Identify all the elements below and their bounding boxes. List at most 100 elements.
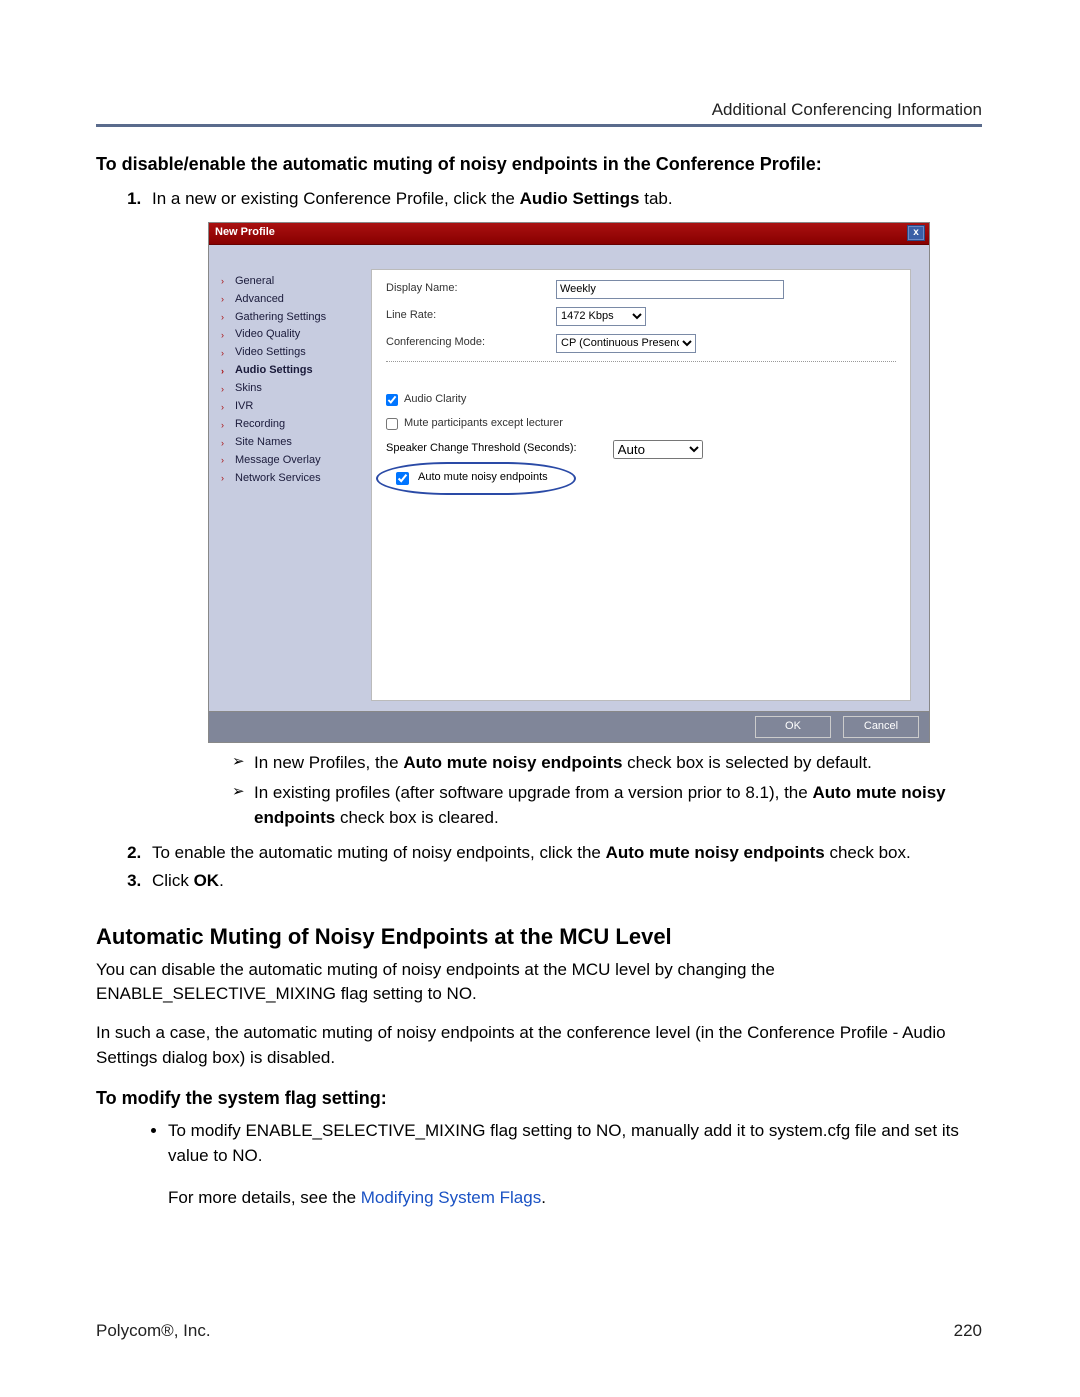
auto-mute-checkbox[interactable]	[396, 472, 409, 485]
nav-label: Advanced	[235, 292, 284, 308]
step2-c: check box.	[825, 843, 911, 862]
dialog-titlebar: New Profile x	[209, 223, 929, 245]
content: To disable/enable the automatic muting o…	[96, 154, 984, 1210]
steps-list: In a new or existing Conference Profile,…	[96, 187, 984, 894]
chevron-right-icon: ›	[221, 365, 231, 378]
speaker-threshold-label: Speaker Change Threshold (Seconds):	[386, 441, 577, 457]
arrow1-c: check box is selected by default.	[622, 753, 871, 772]
procedure-heading: To disable/enable the automatic muting o…	[96, 154, 984, 175]
speaker-threshold-select[interactable]: Auto	[613, 440, 703, 459]
nav-network-services[interactable]: › Network Services	[221, 470, 371, 488]
more-details: For more details, see the Modifying Syst…	[168, 1186, 984, 1211]
step-3: Click OK.	[146, 869, 984, 894]
mute-lecturer-label: Mute participants except lecturer	[404, 416, 563, 432]
chevron-right-icon: ›	[221, 347, 231, 360]
arrow-bullet-1: In new Profiles, the Auto mute noisy end…	[232, 751, 984, 776]
header-rule	[96, 124, 982, 127]
step3-a: Click	[152, 871, 194, 890]
nav-label: Video Quality	[235, 327, 300, 343]
dialog-title: New Profile	[215, 225, 275, 241]
cancel-button[interactable]: Cancel	[843, 716, 919, 738]
modifying-system-flags-link[interactable]: Modifying System Flags	[361, 1188, 541, 1207]
chevron-right-icon: ›	[221, 454, 231, 467]
line-rate-row: Line Rate: 1472 Kbps	[386, 307, 896, 326]
separator	[386, 361, 896, 362]
close-icon[interactable]: x	[907, 225, 925, 241]
dialog-panel: Display Name: Line Rate: 1472 Kbps Confe…	[371, 269, 911, 701]
mute-lecturer-checkbox[interactable]	[386, 418, 398, 430]
arrow2-c: check box is cleared.	[335, 808, 498, 827]
chevron-right-icon: ›	[221, 383, 231, 396]
chevron-right-icon: ›	[221, 329, 231, 342]
line-rate-label: Line Rate:	[386, 308, 556, 324]
display-name-label: Display Name:	[386, 281, 556, 297]
new-profile-dialog: New Profile x › General › Advanced › Gather…	[208, 222, 930, 743]
dot-bullet-1: To modify ENABLE_SELECTIVE_MIXING flag s…	[168, 1119, 984, 1168]
display-name-input[interactable]	[556, 280, 784, 299]
step2-a: To enable the automatic muting of noisy …	[152, 843, 606, 862]
conf-mode-select[interactable]: CP (Continuous Presence)	[556, 334, 696, 353]
chevron-right-icon: ›	[221, 401, 231, 414]
arrow1-a: In new Profiles, the	[254, 753, 403, 772]
nav-label: Video Settings	[235, 345, 306, 361]
nav-label: Site Names	[235, 435, 292, 451]
dialog-body: › General › Advanced › Gathering Settings ›…	[209, 245, 929, 711]
line-rate-select[interactable]: 1472 Kbps	[556, 307, 646, 326]
chevron-right-icon: ›	[221, 437, 231, 450]
audio-clarity-checkbox[interactable]	[386, 394, 398, 406]
more-b: .	[541, 1188, 546, 1207]
nav-label: Skins	[235, 381, 262, 397]
chevron-right-icon: ›	[221, 419, 231, 432]
more-a: For more details, see the	[168, 1188, 361, 1207]
nav-label: IVR	[235, 399, 253, 415]
step-1: In a new or existing Conference Profile,…	[146, 187, 984, 831]
section-heading-mcu: Automatic Muting of Noisy Endpoints at t…	[96, 924, 984, 950]
auto-mute-row: Auto mute noisy endpoints	[386, 467, 568, 490]
dot-bullets: To modify ENABLE_SELECTIVE_MIXING flag s…	[96, 1119, 984, 1168]
audio-clarity-label: Audio Clarity	[404, 392, 466, 408]
step-1-bold: Audio Settings	[520, 189, 640, 208]
conf-mode-row: Conferencing Mode: CP (Continuous Presen…	[386, 334, 896, 353]
nav-label: Recording	[235, 417, 285, 433]
display-name-row: Display Name:	[386, 280, 896, 299]
mute-lecturer-row: Mute participants except lecturer	[386, 416, 896, 432]
nav-audio-settings[interactable]: › Audio Settings	[221, 362, 371, 380]
page-footer: Polycom®, Inc. 220	[96, 1321, 982, 1341]
chevron-right-icon: ›	[221, 472, 231, 485]
step-1-text-c: tab.	[640, 189, 673, 208]
paragraph-1: You can disable the automatic muting of …	[96, 958, 984, 1007]
step2-b: Auto mute noisy endpoints	[606, 843, 825, 862]
nav-label: Audio Settings	[235, 363, 313, 379]
page-header-right: Additional Conferencing Information	[712, 100, 982, 120]
nav-label: Gathering Settings	[235, 310, 326, 326]
conf-mode-label: Conferencing Mode:	[386, 335, 556, 351]
ok-button[interactable]: OK	[755, 716, 831, 738]
nav-recording[interactable]: › Recording	[221, 416, 371, 434]
chevron-right-icon: ›	[221, 311, 231, 324]
nav-skins[interactable]: › Skins	[221, 380, 371, 398]
chevron-right-icon: ›	[221, 293, 231, 306]
nav-video-settings[interactable]: › Video Settings	[221, 344, 371, 362]
footer-page-number: 220	[954, 1321, 982, 1341]
subheading-modify-flag: To modify the system flag setting:	[96, 1088, 984, 1109]
paragraph-2: In such a case, the automatic muting of …	[96, 1021, 984, 1070]
chevron-right-icon: ›	[221, 275, 231, 288]
nav-label: General	[235, 274, 274, 290]
nav-advanced[interactable]: › Advanced	[221, 291, 371, 309]
nav-ivr[interactable]: › IVR	[221, 398, 371, 416]
nav-label: Message Overlay	[235, 453, 321, 469]
nav-general[interactable]: › General	[221, 273, 371, 291]
nav-site-names[interactable]: › Site Names	[221, 434, 371, 452]
speaker-threshold-row: Speaker Change Threshold (Seconds): Auto	[386, 440, 896, 459]
arrow1-b: Auto mute noisy endpoints	[403, 753, 622, 772]
step3-b: OK	[194, 871, 220, 890]
nav-label: Network Services	[235, 471, 321, 487]
footer-left: Polycom®, Inc.	[96, 1321, 211, 1341]
audio-clarity-row: Audio Clarity	[386, 392, 896, 408]
dialog-footer: OK Cancel	[209, 711, 929, 742]
nav-message-overlay[interactable]: › Message Overlay	[221, 452, 371, 470]
nav-video-quality[interactable]: › Video Quality	[221, 326, 371, 344]
arrow-bullets: In new Profiles, the Auto mute noisy end…	[152, 751, 984, 831]
nav-gathering[interactable]: › Gathering Settings	[221, 309, 371, 327]
step-1-text-a: In a new or existing Conference Profile,…	[152, 189, 520, 208]
